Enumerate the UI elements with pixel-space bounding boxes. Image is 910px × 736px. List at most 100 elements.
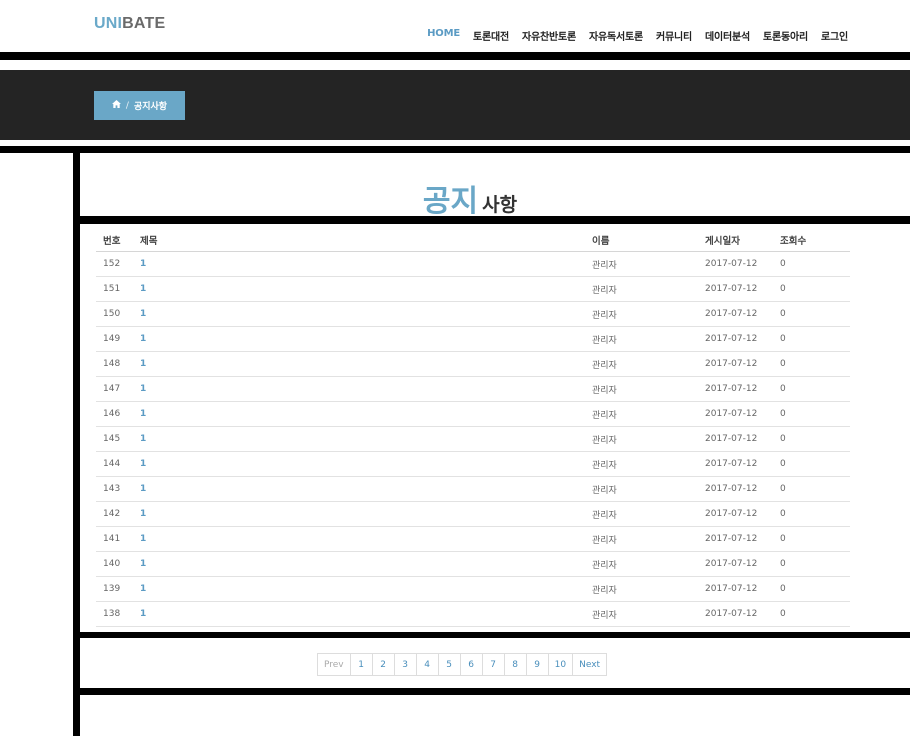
- divider-bar: [80, 216, 910, 224]
- row-name: 관리자: [592, 385, 617, 396]
- row-date: 2017-07-12: [705, 509, 758, 519]
- pagination-page-1[interactable]: 1: [349, 653, 373, 676]
- table-row: 152 1 관리자 2017-07-12 0: [96, 252, 850, 277]
- row-views: 0: [780, 484, 786, 494]
- row-views: 0: [780, 609, 786, 619]
- row-date: 2017-07-12: [705, 284, 758, 294]
- row-title-link[interactable]: 1: [140, 559, 146, 569]
- row-no: 148: [103, 359, 121, 369]
- pagination-page-6[interactable]: 6: [459, 653, 483, 676]
- row-title-link[interactable]: 1: [140, 534, 146, 544]
- row-title-link[interactable]: 1: [140, 584, 146, 594]
- nav-item-free-reading[interactable]: 자유독서토론: [589, 28, 643, 43]
- row-date: 2017-07-12: [705, 559, 758, 569]
- row-views: 0: [780, 384, 786, 394]
- row-name: 관리자: [592, 260, 617, 271]
- row-views: 0: [780, 584, 786, 594]
- page-title: 공지 사항: [0, 176, 910, 220]
- header: UNIBATE HOME 토론대전 자유찬반토론 자유독서토론 커뮤니티 데이터…: [0, 0, 910, 52]
- nav-item-free-proscons[interactable]: 자유찬반토론: [522, 28, 576, 43]
- row-title-link[interactable]: 1: [140, 284, 146, 294]
- home-icon[interactable]: [111, 100, 121, 111]
- pagination-next-button[interactable]: Next: [572, 653, 608, 676]
- table-row: 144 1 관리자 2017-07-12 0: [96, 452, 850, 477]
- pagination-page-10[interactable]: 10: [547, 653, 574, 676]
- row-title-link[interactable]: 1: [140, 509, 146, 519]
- row-date: 2017-07-12: [705, 459, 758, 469]
- row-date: 2017-07-12: [705, 409, 758, 419]
- column-header-name: 이름: [592, 235, 610, 247]
- row-name: 관리자: [592, 360, 617, 371]
- pagination-prev-button[interactable]: Prev: [317, 653, 351, 676]
- table-row: 147 1 관리자 2017-07-12 0: [96, 377, 850, 402]
- row-title-link[interactable]: 1: [140, 259, 146, 269]
- pagination-page-8[interactable]: 8: [503, 653, 527, 676]
- row-title-link[interactable]: 1: [140, 309, 146, 319]
- pagination-page-5[interactable]: 5: [437, 653, 461, 676]
- row-name: 관리자: [592, 485, 617, 496]
- pagination-page-9[interactable]: 9: [525, 653, 549, 676]
- row-date: 2017-07-12: [705, 309, 758, 319]
- row-date: 2017-07-12: [705, 434, 758, 444]
- row-name: 관리자: [592, 335, 617, 346]
- table-row: 141 1 관리자 2017-07-12 0: [96, 527, 850, 552]
- row-views: 0: [780, 259, 786, 269]
- row-title-link[interactable]: 1: [140, 359, 146, 369]
- vertical-divider-bar: [73, 153, 80, 736]
- row-name: 관리자: [592, 535, 617, 546]
- row-no: 138: [103, 609, 121, 619]
- row-views: 0: [780, 509, 786, 519]
- pagination-page-3[interactable]: 3: [393, 653, 417, 676]
- row-title-link[interactable]: 1: [140, 609, 146, 619]
- row-name: 관리자: [592, 310, 617, 321]
- nav-item-login[interactable]: 로그인: [821, 28, 848, 43]
- row-views: 0: [780, 334, 786, 344]
- row-views: 0: [780, 309, 786, 319]
- pagination-page-4[interactable]: 4: [415, 653, 439, 676]
- nav-item-community[interactable]: 커뮤니티: [656, 28, 692, 43]
- table-row: 148 1 관리자 2017-07-12 0: [96, 352, 850, 377]
- pagination-page-7[interactable]: 7: [481, 653, 505, 676]
- table-row: 138 1 관리자 2017-07-12 0: [96, 602, 850, 627]
- row-views: 0: [780, 459, 786, 469]
- row-views: 0: [780, 359, 786, 369]
- row-date: 2017-07-12: [705, 359, 758, 369]
- logo[interactable]: UNIBATE: [94, 15, 165, 33]
- row-name: 관리자: [592, 610, 617, 621]
- row-name: 관리자: [592, 560, 617, 571]
- row-name: 관리자: [592, 585, 617, 596]
- row-no: 142: [103, 509, 121, 519]
- table-row: 146 1 관리자 2017-07-12 0: [96, 402, 850, 427]
- pagination-page-2[interactable]: 2: [371, 653, 395, 676]
- row-views: 0: [780, 284, 786, 294]
- breadcrumb-separator: /: [125, 100, 129, 111]
- row-title-link[interactable]: 1: [140, 459, 146, 469]
- row-title-link[interactable]: 1: [140, 434, 146, 444]
- nav-item-data-analysis[interactable]: 데이터분석: [705, 28, 750, 43]
- nav-item-debate-battle[interactable]: 토론대전: [473, 28, 509, 43]
- table-row: 149 1 관리자 2017-07-12 0: [96, 327, 850, 352]
- nav-item-home[interactable]: HOME: [427, 28, 460, 43]
- nav-item-debate-club[interactable]: 토론동아리: [763, 28, 808, 43]
- row-no: 141: [103, 534, 121, 544]
- row-views: 0: [780, 409, 786, 419]
- row-name: 관리자: [592, 460, 617, 471]
- row-no: 140: [103, 559, 121, 569]
- divider-bar: [0, 52, 910, 60]
- row-no: 139: [103, 584, 121, 594]
- table-row: 150 1 관리자 2017-07-12 0: [96, 302, 850, 327]
- row-title-link[interactable]: 1: [140, 484, 146, 494]
- row-no: 149: [103, 334, 121, 344]
- row-no: 146: [103, 409, 121, 419]
- row-date: 2017-07-12: [705, 484, 758, 494]
- page-banner: / 공지사항: [0, 70, 910, 140]
- row-title-link[interactable]: 1: [140, 409, 146, 419]
- row-title-link[interactable]: 1: [140, 384, 146, 394]
- breadcrumb-current: 공지사항: [133, 102, 168, 112]
- table-row: 139 1 관리자 2017-07-12 0: [96, 577, 850, 602]
- page-title-rest: 사항: [482, 194, 518, 216]
- table-row: 140 1 관리자 2017-07-12 0: [96, 552, 850, 577]
- row-name: 관리자: [592, 285, 617, 296]
- row-title-link[interactable]: 1: [140, 334, 146, 344]
- table-row: 142 1 관리자 2017-07-12 0: [96, 502, 850, 527]
